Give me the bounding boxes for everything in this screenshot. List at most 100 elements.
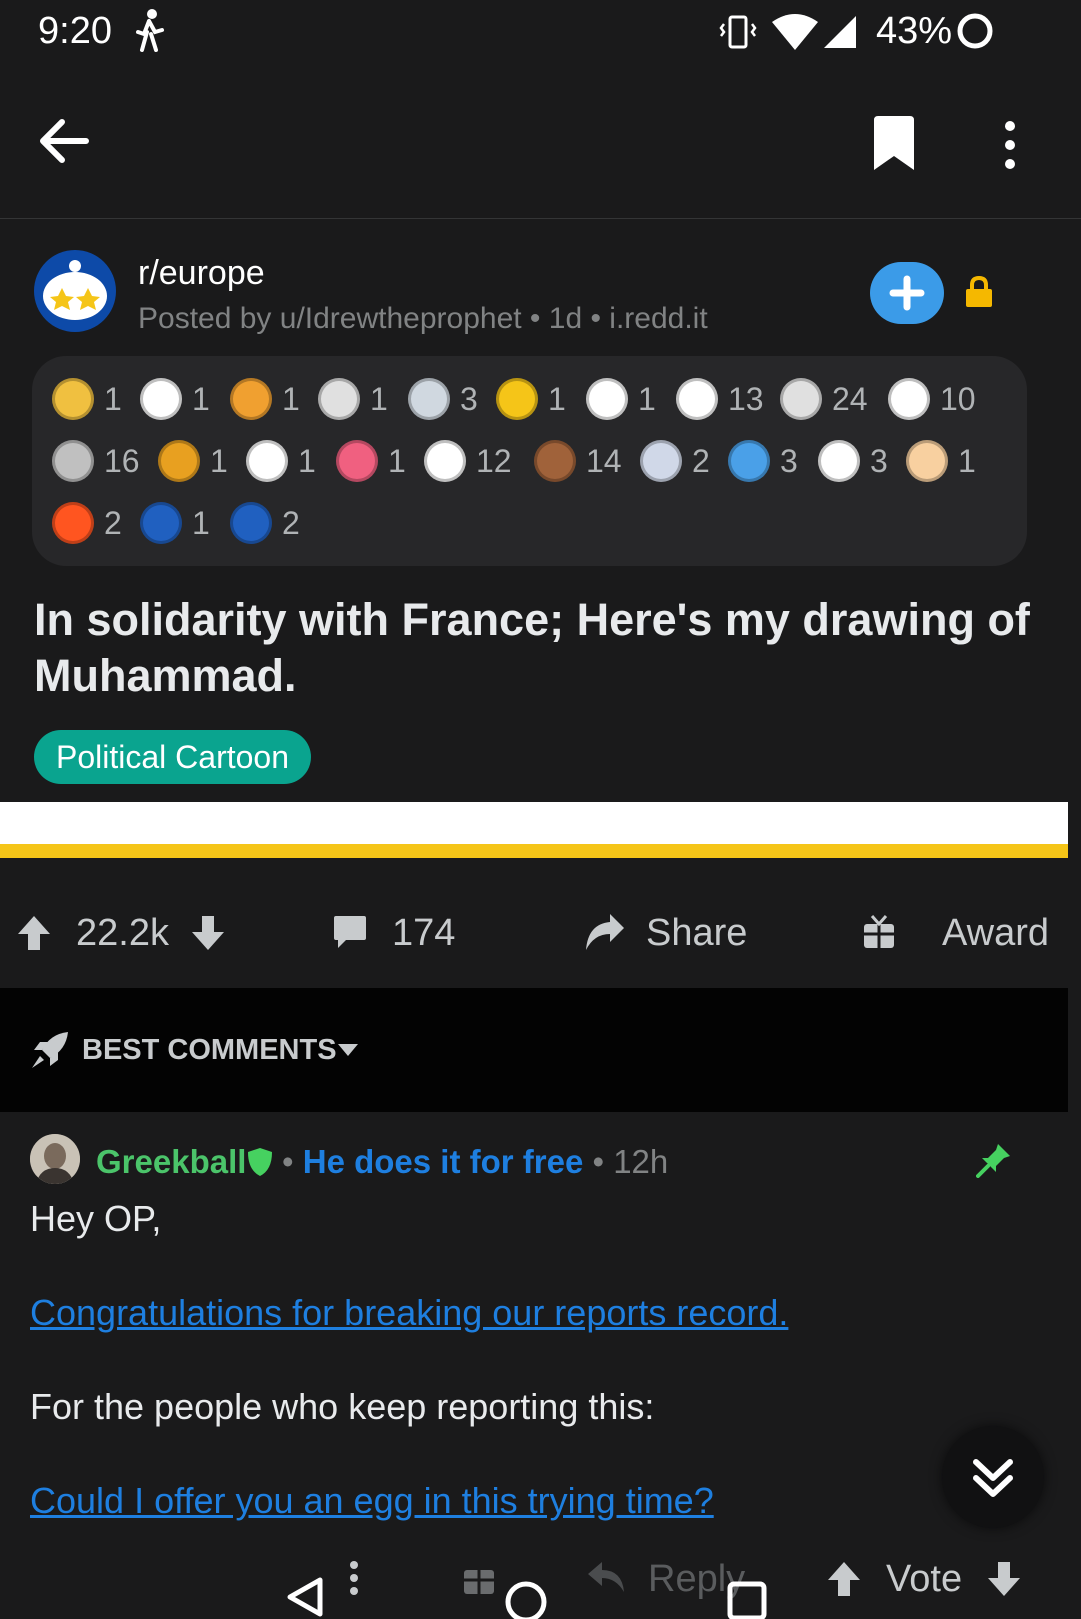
reply-icon[interactable] <box>586 1560 626 1594</box>
award-count: 2 <box>692 442 710 479</box>
comment-more-icon[interactable] <box>346 1560 362 1596</box>
train-award-icon <box>318 378 360 420</box>
award-item[interactable]: 16 <box>52 436 140 486</box>
award-count: 2 <box>104 504 122 541</box>
app-bar <box>0 70 1081 219</box>
award-item[interactable]: 1 <box>140 498 210 548</box>
award-count: 1 <box>638 380 656 417</box>
nav-recents-icon[interactable] <box>726 1580 768 1619</box>
handshake-award-icon <box>780 378 822 420</box>
comment-count[interactable]: 174 <box>392 912 455 955</box>
award-item[interactable]: 24 <box>780 374 868 424</box>
vibrate-icon <box>719 15 757 49</box>
award-count: 10 <box>940 380 976 417</box>
award-item[interactable]: 1 <box>906 436 976 486</box>
next-comment-button[interactable] <box>942 1426 1044 1528</box>
award-item[interactable]: 1 <box>140 374 210 424</box>
voted-award-icon <box>140 502 182 544</box>
award-item[interactable]: 2 <box>640 436 710 486</box>
award-item[interactable]: 2 <box>230 498 300 548</box>
status-time: 9:20 <box>38 10 112 52</box>
join-button[interactable] <box>870 262 944 324</box>
downvote-icon[interactable] <box>190 914 226 952</box>
award-item[interactable]: 10 <box>888 374 976 424</box>
award-item[interactable]: 2 <box>52 498 122 548</box>
more-options-icon[interactable] <box>1002 120 1018 170</box>
thumbsup-award-icon <box>676 378 718 420</box>
award-item[interactable]: 1 <box>336 436 406 486</box>
gift-icon[interactable] <box>862 914 896 950</box>
globe-award-icon <box>408 378 450 420</box>
rocket-icon <box>32 1032 68 1068</box>
portrait-avatar-icon <box>30 1134 80 1184</box>
award-count: 1 <box>282 380 300 417</box>
sort-label[interactable]: BEST COMMENTS <box>82 1034 337 1067</box>
comment-downvote-icon[interactable] <box>986 1560 1022 1598</box>
award-item[interactable]: 12 <box>424 436 512 486</box>
dizzy-award-icon <box>246 440 288 482</box>
comment-time: 12h <box>613 1143 669 1180</box>
comment-link[interactable]: Congratulations for breaking our reports… <box>30 1292 788 1334</box>
award-item[interactable]: 1 <box>158 436 228 486</box>
chevron-down-icon[interactable] <box>336 1042 360 1058</box>
plus-icon <box>889 275 925 311</box>
score: 22.2k <box>76 912 169 954</box>
bookmark-icon[interactable] <box>872 116 916 172</box>
subreddit-name[interactable]: r/europe <box>138 254 265 293</box>
award-item[interactable]: 1 <box>318 374 388 424</box>
award-count: 1 <box>388 442 406 479</box>
love-award-icon <box>906 440 948 482</box>
nav-back-icon[interactable] <box>284 1576 324 1618</box>
award-count: 3 <box>460 380 478 417</box>
wifi-icon <box>772 14 818 50</box>
award-count: 1 <box>104 380 122 417</box>
award-count: 16 <box>104 442 140 479</box>
subreddit-avatar[interactable] <box>34 250 116 332</box>
signal-icon <box>824 16 856 48</box>
wink-award-icon <box>888 378 930 420</box>
award-count: 2 <box>282 504 300 541</box>
share-button[interactable]: Share <box>646 912 747 955</box>
comment-link[interactable]: Could I offer you an egg in this trying … <box>30 1480 714 1522</box>
award-count: 12 <box>476 442 512 479</box>
award-item[interactable]: 3 <box>728 436 798 486</box>
post-flair[interactable]: Political Cartoon <box>34 730 311 784</box>
snoo-award-icon <box>818 440 860 482</box>
award-button[interactable]: Award <box>942 912 1049 955</box>
award-item[interactable]: 1 <box>496 374 566 424</box>
comment-icon[interactable] <box>332 914 368 950</box>
frame-award-icon <box>158 440 200 482</box>
award-item[interactable]: 3 <box>408 374 478 424</box>
award-count: 1 <box>298 442 316 479</box>
award-count: 13 <box>728 380 764 417</box>
award-item[interactable]: 1 <box>230 374 300 424</box>
walking-icon <box>136 9 164 52</box>
comment-author-avatar[interactable] <box>30 1134 80 1184</box>
award-count: 14 <box>586 442 622 479</box>
author-flair: He does it for free <box>302 1143 584 1180</box>
comment-award-icon[interactable] <box>462 1562 496 1596</box>
award-item[interactable]: 3 <box>818 436 888 486</box>
snoo-hat-award-icon <box>586 378 628 420</box>
bear-award-icon <box>534 440 576 482</box>
upvote-icon[interactable] <box>16 914 52 952</box>
post-image-edge <box>0 844 1068 858</box>
back-arrow-icon[interactable] <box>38 116 90 166</box>
award-item[interactable]: 14 <box>534 436 622 486</box>
lock-icon <box>966 276 992 307</box>
award-item[interactable]: 13 <box>676 374 764 424</box>
post-meta: Posted by u/Idrewtheprophet • 1d • i.red… <box>138 302 708 335</box>
comment-text-line: Hey OP, <box>30 1198 162 1239</box>
star-award-icon <box>496 378 538 420</box>
award-count: 3 <box>780 442 798 479</box>
award-item[interactable]: 1 <box>586 374 656 424</box>
award-count: 1 <box>210 442 228 479</box>
award-item[interactable]: 1 <box>52 374 122 424</box>
comment-author[interactable]: Greekball <box>96 1143 246 1181</box>
award-item[interactable]: 1 <box>246 436 316 486</box>
award-count: 1 <box>192 504 210 541</box>
share-icon[interactable] <box>584 912 626 952</box>
comment-upvote-icon[interactable] <box>826 1560 862 1598</box>
award-count: 1 <box>548 380 566 417</box>
nav-home-icon[interactable] <box>504 1580 548 1619</box>
